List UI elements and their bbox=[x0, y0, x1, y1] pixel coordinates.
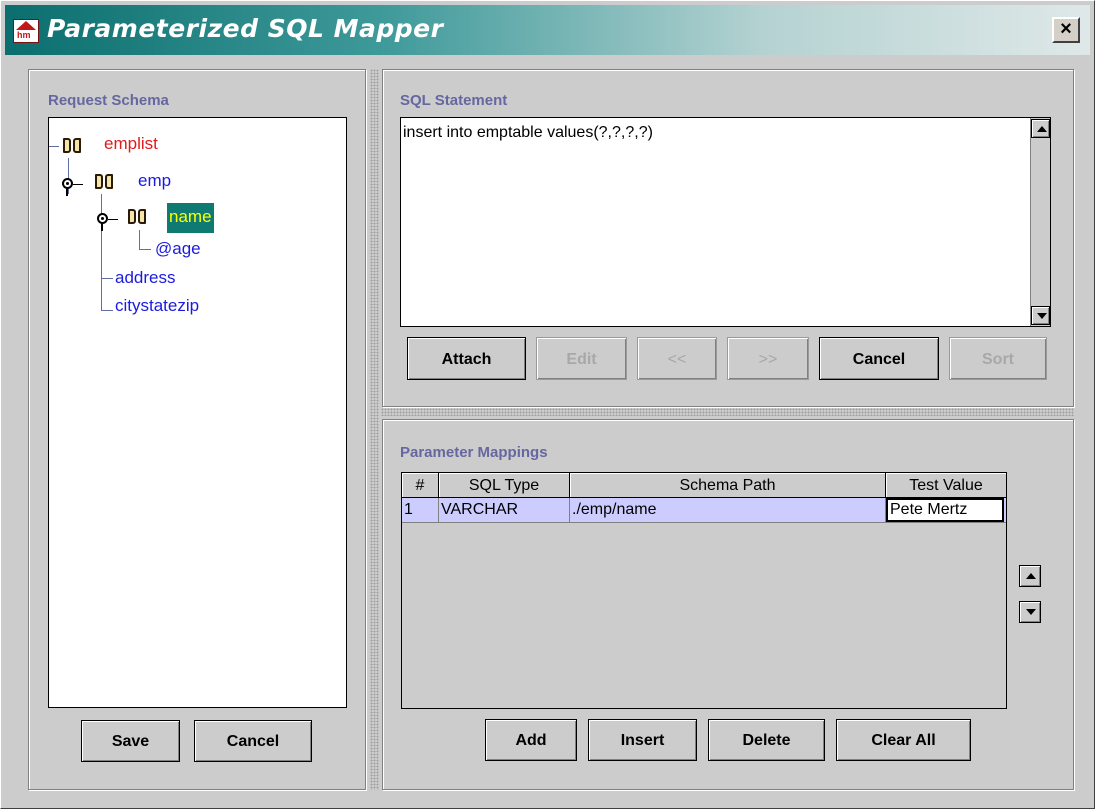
tree-node-age[interactable]: @age bbox=[155, 239, 201, 259]
book-icon bbox=[128, 208, 148, 226]
close-button[interactable]: × bbox=[1052, 17, 1080, 43]
tree-line bbox=[73, 184, 83, 185]
table-row[interactable]: 1 VARCHAR ./emp/name Pete Mertz bbox=[402, 498, 1006, 523]
app-window: hm Parameterized SQL Mapper × Request Sc… bbox=[0, 0, 1095, 809]
window-title: Parameterized SQL Mapper bbox=[47, 14, 444, 43]
save-button[interactable]: Save bbox=[81, 720, 180, 762]
request-schema-label: Request Schema bbox=[48, 92, 169, 109]
close-icon: × bbox=[1060, 18, 1072, 40]
cell-sql-type[interactable]: VARCHAR bbox=[439, 498, 570, 522]
attach-button[interactable]: Attach bbox=[407, 337, 526, 380]
schema-cancel-button[interactable]: Cancel bbox=[194, 720, 312, 762]
insert-button[interactable]: Insert bbox=[588, 719, 697, 761]
arrow-up-icon bbox=[1037, 126, 1047, 132]
tree-line bbox=[101, 194, 102, 311]
sql-statement-label: SQL Statement bbox=[400, 92, 508, 109]
tree-node-emplist[interactable]: emplist bbox=[104, 134, 158, 154]
tree-line bbox=[101, 278, 113, 279]
sql-scrollbar[interactable] bbox=[1030, 118, 1050, 326]
parameter-mappings-label: Parameter Mappings bbox=[400, 444, 548, 461]
arrow-up-icon bbox=[1026, 573, 1036, 579]
tree-line bbox=[49, 146, 59, 147]
sql-statement-text: insert into emptable values(?,?,?,?) bbox=[403, 124, 653, 141]
book-icon bbox=[63, 137, 83, 155]
column-header-schema-path[interactable]: Schema Path bbox=[570, 473, 886, 498]
column-header-test-value[interactable]: Test Value bbox=[886, 473, 1006, 498]
tree-node-address[interactable]: address bbox=[115, 268, 175, 288]
sql-statement-textarea[interactable]: insert into emptable values(?,?,?,?) bbox=[400, 117, 1051, 327]
sort-button[interactable]: Sort bbox=[949, 337, 1047, 380]
tree-line bbox=[101, 223, 103, 231]
title-bar[interactable]: hm Parameterized SQL Mapper × bbox=[5, 5, 1090, 55]
move-up-button[interactable] bbox=[1019, 565, 1041, 587]
column-header-sql-type[interactable]: SQL Type bbox=[439, 473, 570, 498]
tree-line bbox=[101, 310, 113, 311]
schema-tree[interactable]: emplist emp name @age address citystatez… bbox=[48, 117, 347, 708]
tree-line bbox=[108, 219, 118, 220]
cell-number[interactable]: 1 bbox=[402, 498, 439, 522]
prev-button[interactable]: << bbox=[637, 337, 717, 380]
move-down-button[interactable] bbox=[1019, 601, 1041, 623]
tree-line bbox=[139, 230, 140, 249]
vertical-splitter[interactable] bbox=[370, 69, 379, 790]
parameter-mappings-table[interactable]: # SQL Type Schema Path Test Value 1 VARC… bbox=[401, 472, 1007, 709]
cell-test-value-input[interactable]: Pete Mertz bbox=[886, 498, 1004, 522]
delete-button[interactable]: Delete bbox=[708, 719, 825, 761]
scroll-up-button[interactable] bbox=[1031, 119, 1050, 138]
clear-all-button[interactable]: Clear All bbox=[836, 719, 971, 761]
edit-button[interactable]: Edit bbox=[536, 337, 627, 380]
arrow-down-icon bbox=[1026, 609, 1036, 615]
scroll-down-button[interactable] bbox=[1031, 306, 1050, 325]
horizontal-splitter[interactable] bbox=[381, 408, 1074, 416]
cell-schema-path[interactable]: ./emp/name bbox=[570, 498, 886, 522]
tree-node-citystatezip[interactable]: citystatezip bbox=[115, 296, 199, 316]
tree-line bbox=[139, 249, 151, 250]
tree-node-emp[interactable]: emp bbox=[138, 171, 171, 191]
tree-node-name[interactable]: name bbox=[167, 203, 214, 233]
tree-line bbox=[66, 188, 68, 196]
arrow-down-icon bbox=[1037, 313, 1047, 319]
book-icon bbox=[95, 173, 115, 191]
column-header-number[interactable]: # bbox=[402, 473, 439, 498]
sql-cancel-button[interactable]: Cancel bbox=[819, 337, 939, 380]
next-button[interactable]: >> bbox=[727, 337, 809, 380]
app-logo-icon: hm bbox=[13, 19, 39, 43]
add-button[interactable]: Add bbox=[485, 719, 577, 761]
